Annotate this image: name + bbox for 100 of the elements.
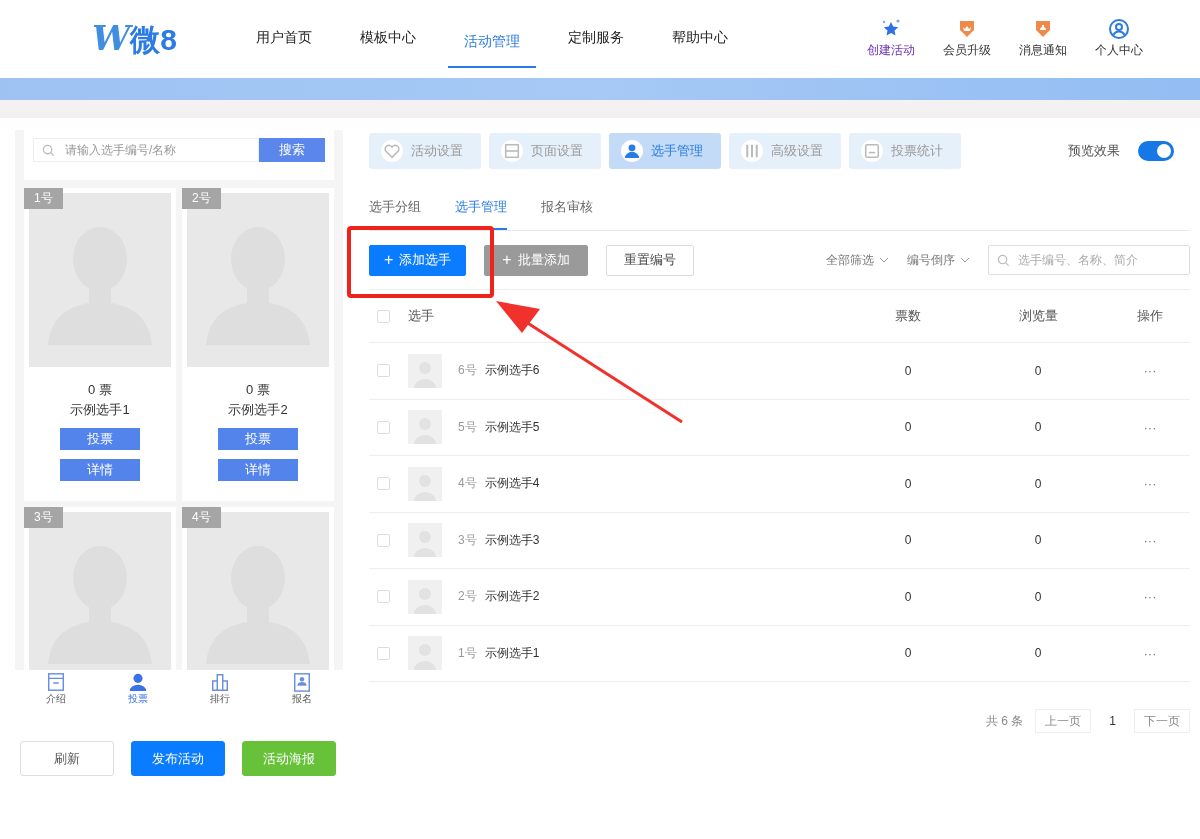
player-name: 示例选手6	[484, 362, 540, 380]
tab-bar-item[interactable]: 报名	[277, 672, 327, 712]
search-icon	[997, 253, 1010, 267]
settings-tab[interactable]: 高级设置	[729, 133, 841, 169]
number-badge: 4号	[182, 507, 221, 528]
table-cell-text: 0	[903, 363, 913, 378]
chevron-down-icon	[879, 257, 889, 263]
table-cell-text: 0	[1033, 363, 1043, 378]
search-field[interactable]: 选手编号、名称、简介	[988, 245, 1190, 275]
vote-button[interactable]: 投票	[60, 428, 140, 450]
player-number: 2号	[458, 588, 477, 606]
vote-count: 0 票	[246, 381, 270, 399]
column-header: 浏览量	[1017, 307, 1059, 325]
filter-dropdown[interactable]: 全部筛选	[826, 251, 889, 269]
more-button[interactable]: ···	[1143, 363, 1157, 379]
chart-icon	[861, 140, 883, 162]
settings-tab[interactable]: 页面设置	[489, 133, 601, 169]
avatar-placeholder-icon	[408, 636, 442, 671]
avatar-placeholder-icon	[187, 193, 329, 367]
row-checkbox[interactable]	[377, 420, 390, 434]
more-button[interactable]: ···	[1143, 532, 1157, 548]
player-number: 1号	[458, 644, 477, 662]
previous-page-button[interactable]: 上一页	[1035, 709, 1092, 733]
sub-tab[interactable]: 选手分组	[369, 193, 421, 230]
action-link[interactable]: 会员升级	[943, 41, 991, 59]
number-badge: 2号	[182, 188, 221, 209]
player-number: 5号	[458, 418, 477, 436]
number-badge: 3号	[24, 507, 63, 528]
more-button[interactable]: ···	[1143, 645, 1157, 661]
table-cell-text: 0	[903, 420, 913, 435]
settings-tab[interactable]: 选手管理	[609, 133, 721, 169]
nav-item[interactable]: 用户首页	[240, 0, 328, 76]
row-checkbox[interactable]	[377, 590, 390, 604]
table-cell-text: 0	[903, 533, 913, 548]
user-icon	[1108, 17, 1130, 40]
tab-bar-item[interactable]: 排行	[195, 672, 245, 712]
batch-add-button[interactable]: + 批量添加	[484, 244, 588, 276]
search-field[interactable]: 请输入选手编号/名称	[33, 138, 259, 162]
row-checkbox[interactable]	[377, 533, 390, 547]
table-cell-text: 0	[1033, 646, 1043, 661]
search-input[interactable]: 请输入选手编号/名称	[63, 142, 250, 158]
search-input[interactable]: 选手编号、名称、简介	[1016, 252, 1181, 268]
bar-chart-icon	[210, 672, 230, 692]
refresh-button[interactable]: 刷新	[20, 741, 114, 776]
avatar-placeholder-icon	[29, 193, 171, 367]
settings-tab[interactable]: 活动设置	[369, 133, 481, 169]
page-number[interactable]: 1	[1103, 714, 1122, 728]
player-name: 示例选手2	[484, 588, 540, 606]
publish-button[interactable]: 发布活动	[131, 741, 225, 776]
next-page-button[interactable]: 下一页	[1134, 709, 1190, 733]
person-icon	[128, 672, 148, 692]
details-button[interactable]: 详情	[218, 459, 298, 481]
search-button[interactable]: 搜索	[259, 138, 325, 162]
tab-bar-item[interactable]: 投票	[113, 672, 163, 712]
player-number: 6号	[458, 362, 477, 380]
table-cell-text: 0	[1033, 533, 1043, 548]
number-badge: 1号	[24, 188, 63, 209]
page-icon	[501, 140, 523, 162]
player-name: 示例选手5	[484, 418, 540, 436]
preview-switch[interactable]	[1138, 141, 1174, 161]
action-link[interactable]: 创建活动	[867, 41, 915, 59]
player-number: 4号	[458, 475, 477, 493]
player-name: 示例选手1	[70, 401, 130, 419]
nav-item[interactable]: 帮助中心	[656, 0, 744, 76]
filter-dropdown[interactable]: 编号倒序	[907, 251, 970, 269]
settings-tab[interactable]: 投票统计	[849, 133, 961, 169]
id-card-icon	[292, 672, 312, 692]
sub-tab[interactable]: 报名审核	[541, 193, 593, 230]
toggle-label: 预览效果	[1068, 142, 1120, 160]
details-button[interactable]: 详情	[60, 459, 140, 481]
player-name: 示例选手4	[484, 475, 540, 493]
total-count: 共 6 条	[985, 712, 1024, 730]
person-icon	[621, 140, 643, 162]
more-button[interactable]: ···	[1143, 476, 1157, 492]
vote-button[interactable]: 投票	[218, 428, 298, 450]
sliders-icon	[741, 140, 763, 162]
search-icon	[42, 143, 55, 157]
nav-item[interactable]: 模板中心	[344, 0, 432, 76]
column-header: 操作	[1136, 307, 1164, 325]
tab-bar-item[interactable]: 介绍	[31, 672, 81, 712]
select-all-checkbox[interactable]	[377, 309, 390, 323]
row-checkbox[interactable]	[377, 477, 390, 491]
player-number: 3号	[458, 531, 477, 549]
more-button[interactable]: ···	[1143, 419, 1157, 435]
player-name: 示例选手1	[484, 644, 540, 662]
row-checkbox[interactable]	[377, 646, 390, 660]
sub-tab[interactable]: 选手管理	[455, 193, 507, 230]
more-button[interactable]: ···	[1143, 589, 1157, 605]
player-name: 示例选手3	[484, 531, 540, 549]
action-link[interactable]: 个人中心	[1095, 41, 1143, 59]
row-checkbox[interactable]	[377, 364, 390, 378]
add-player-button[interactable]: + 添加选手	[369, 244, 467, 276]
nav-item[interactable]: 活动管理	[448, 8, 536, 68]
chevron-down-icon	[960, 257, 970, 263]
table-cell-text: 0	[903, 476, 913, 491]
reset-number-button[interactable]: 重置编号	[605, 244, 694, 276]
logo-mark: W	[92, 21, 131, 55]
action-link[interactable]: 消息通知	[1019, 41, 1067, 59]
vote-count: 0 票	[88, 381, 112, 399]
nav-item[interactable]: 定制服务	[552, 0, 640, 76]
